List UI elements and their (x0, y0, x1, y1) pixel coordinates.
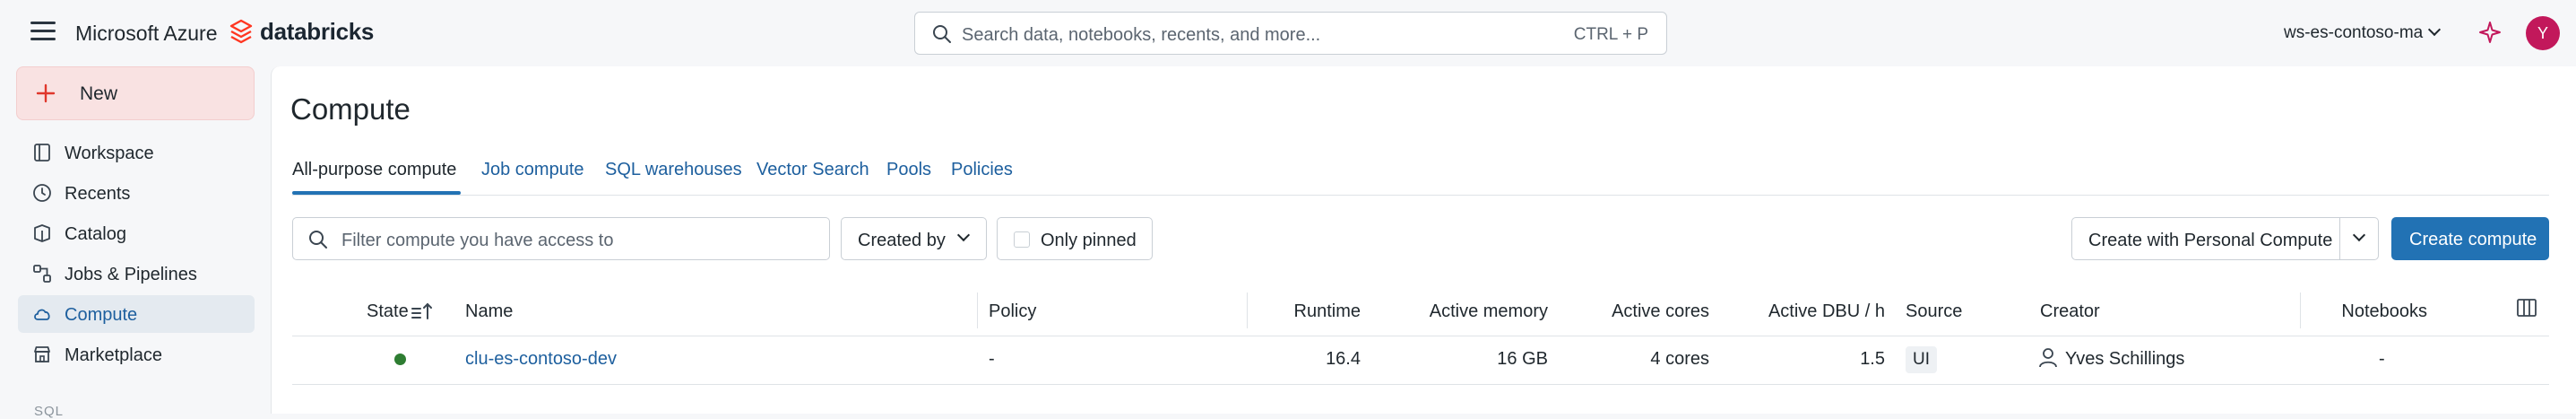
new-button-label: New (80, 83, 118, 104)
cell-runtime: 16.4 (1326, 349, 1361, 369)
user-avatar[interactable]: Y (2526, 16, 2560, 50)
new-button[interactable]: New (16, 66, 255, 120)
only-pinned-toggle[interactable]: Only pinned (997, 217, 1153, 260)
sidebar-item-catalog[interactable]: Catalog (18, 214, 255, 252)
sidebar: New Workspace Recents Catalog Jobs & Pip… (0, 66, 269, 419)
only-pinned-label: Only pinned (1041, 231, 1137, 250)
sidebar-item-recents[interactable]: Recents (18, 174, 255, 212)
folder-icon (34, 144, 50, 161)
databricks-logo-icon (229, 19, 253, 44)
only-pinned-checkbox[interactable] (1014, 231, 1030, 248)
brand-name: databricks (260, 18, 375, 45)
column-header-policy[interactable]: Policy (989, 301, 1036, 322)
sidebar-item-marketplace[interactable]: Marketplace (18, 336, 255, 373)
sidebar-item-label: Workspace (65, 144, 154, 163)
cell-notebooks: - (2379, 349, 2385, 369)
global-search-input[interactable]: Search data, notebooks, recents, and mor… (914, 12, 1667, 55)
sidebar-item-workspace[interactable]: Workspace (18, 134, 255, 171)
store-icon (34, 346, 50, 362)
column-header-creator[interactable]: Creator (2040, 301, 2100, 322)
cluster-name-link[interactable]: clu-es-contoso-dev (465, 349, 617, 370)
column-divider (2300, 292, 2301, 328)
row-divider (292, 384, 2549, 385)
workflow-icon (33, 265, 51, 283)
user-icon (2039, 348, 2057, 368)
sidebar-item-jobs-pipelines[interactable]: Jobs & Pipelines (18, 255, 255, 292)
column-header-active-cores[interactable]: Active cores (1612, 301, 1709, 322)
catalog-icon (34, 224, 50, 242)
cell-active-cores: 4 cores (1650, 349, 1709, 369)
filter-compute-input[interactable]: Filter compute you have access to (292, 217, 830, 260)
sidebar-item-label: Marketplace (65, 345, 162, 365)
tab-pools[interactable]: Pools (886, 160, 931, 180)
top-bar: Microsoft Azure databricks Search data, … (0, 0, 2576, 66)
column-header-runtime[interactable]: Runtime (1294, 301, 1361, 322)
sidebar-item-label: Catalog (65, 224, 126, 244)
column-header-active-dbu[interactable]: Active DBU / h (1768, 301, 1885, 322)
sidebar-section-sql: SQL (34, 404, 65, 419)
cell-active-memory: 16 GB (1497, 349, 1548, 369)
create-personal-compute-button[interactable]: Create with Personal Compute (2071, 217, 2340, 260)
sidebar-item-label: Jobs & Pipelines (65, 265, 197, 284)
tab-all-purpose-compute[interactable]: All-purpose compute (292, 160, 456, 180)
assistant-sparkle-icon[interactable] (2477, 20, 2503, 45)
search-icon (309, 231, 327, 249)
search-shortcut: CTRL + P (1573, 25, 1648, 44)
column-header-active-memory[interactable]: Active memory (1430, 301, 1548, 322)
tab-policies[interactable]: Policies (951, 160, 1013, 180)
source-badge: UI (1906, 346, 1937, 373)
tabs-divider (292, 195, 2549, 196)
create-compute-button[interactable]: Create compute (2391, 217, 2549, 260)
sidebar-item-compute[interactable]: Compute (18, 295, 255, 333)
plus-icon (36, 83, 56, 103)
sidebar-item-label: Compute (65, 305, 138, 325)
app-title: Microsoft Azure (75, 22, 218, 45)
columns-settings-icon[interactable] (2516, 298, 2537, 318)
workspace-name: ws-es-contoso-ma (2284, 23, 2424, 42)
status-running-indicator (394, 354, 406, 365)
chevron-down-icon (2428, 22, 2442, 37)
created-by-label: Created by (858, 231, 946, 250)
clock-icon (33, 184, 51, 202)
column-header-name[interactable]: Name (465, 301, 513, 322)
tab-sql-warehouses[interactable]: SQL warehouses (605, 160, 742, 180)
cell-active-dbu: 1.5 (1860, 349, 1885, 369)
search-placeholder: Search data, notebooks, recents, and mor… (962, 25, 1321, 45)
cloud-icon (34, 309, 50, 320)
column-divider (1247, 292, 1248, 328)
filter-placeholder: Filter compute you have access to (341, 231, 614, 250)
column-header-state[interactable]: State (367, 301, 409, 322)
workspace-switcher[interactable]: ws-es-contoso-ma (2284, 22, 2442, 43)
sidebar-item-label: Recents (65, 184, 131, 204)
page-title: Compute (290, 92, 411, 126)
sort-ascending-icon[interactable] (411, 301, 434, 321)
created-by-dropdown[interactable]: Created by (841, 217, 987, 260)
column-header-source[interactable]: Source (1906, 301, 1962, 322)
tab-vector-search[interactable]: Vector Search (756, 160, 869, 180)
chevron-down-icon (956, 228, 971, 242)
chevron-down-icon (2352, 228, 2366, 242)
column-header-notebooks[interactable]: Notebooks (2341, 301, 2427, 322)
cell-creator: Yves Schillings (2065, 349, 2185, 369)
create-compute-label: Create compute (2409, 230, 2537, 249)
personal-compute-menu-button[interactable] (2339, 217, 2379, 260)
search-icon (933, 25, 951, 43)
tab-job-compute[interactable]: Job compute (481, 160, 584, 180)
column-divider (977, 292, 978, 328)
personal-compute-label: Create with Personal Compute (2088, 231, 2333, 250)
menu-icon[interactable] (30, 22, 56, 45)
cell-policy: - (989, 349, 995, 369)
